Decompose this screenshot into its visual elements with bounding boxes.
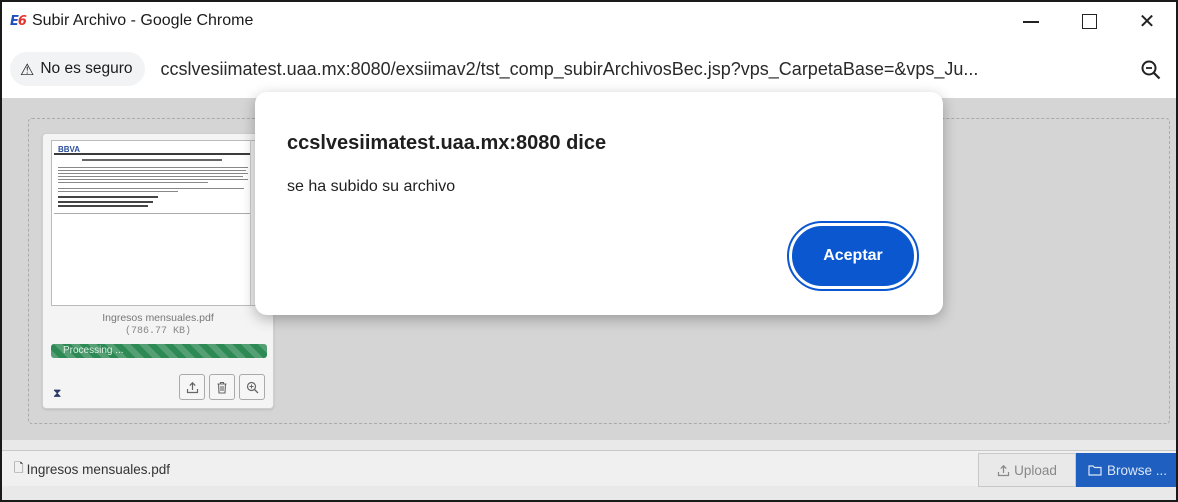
- zoom-file-button[interactable]: [239, 374, 265, 400]
- minimize-icon: [1023, 21, 1039, 23]
- hourglass-icon: ⧗: [53, 386, 62, 400]
- folder-icon: [1088, 465, 1102, 476]
- selected-file: 🗋 Ingresos mensuales.pdf: [14, 451, 170, 487]
- zoom-icon[interactable]: [1140, 59, 1162, 81]
- browse-button[interactable]: Browse ...: [1076, 453, 1176, 487]
- upload-file-button[interactable]: [179, 374, 205, 400]
- file-icon: 🗋: [14, 460, 24, 475]
- dialog-title: ccslvesiimatest.uaa.mx:8080 dice: [287, 132, 607, 154]
- pdf-thumbnail[interactable]: BBVA: [51, 140, 257, 306]
- maximize-icon: [1081, 13, 1097, 29]
- upload-icon: [998, 464, 1010, 476]
- close-button[interactable]: ✕: [1118, 2, 1176, 40]
- app-icon: E6: [10, 13, 27, 29]
- dialog-message: se ha subido su archivo: [287, 178, 456, 195]
- file-preview-card: BBVA Ingresos mensuales.pdf (786.77 KB) …: [42, 133, 274, 409]
- warning-triangle-icon: ⚠: [20, 59, 35, 79]
- file-name: Ingresos mensuales.pdf: [102, 312, 214, 324]
- security-label: No es seguro: [40, 60, 133, 77]
- window-title: Subir Archivo - Google Chrome: [31, 12, 254, 29]
- zoom-in-icon: [246, 381, 258, 393]
- security-chip[interactable]: ⚠ No es seguro: [10, 52, 145, 86]
- url-field[interactable]: ccslvesiimatest.uaa.mx:8080/exsiimav2/ts…: [161, 59, 979, 80]
- selected-file-name: Ingresos mensuales.pdf: [26, 461, 170, 477]
- alert-dialog: ccslvesiimatest.uaa.mx:8080 dice se ha s…: [255, 92, 943, 315]
- title-bar: E6 Subir Archivo - Google Chrome ✕: [2, 2, 1176, 40]
- file-input-bar: 🗋 Ingresos mensuales.pdf Upload Browse .…: [2, 450, 1176, 487]
- file-size: (786.77 KB): [124, 326, 191, 337]
- remove-file-button[interactable]: [209, 374, 235, 400]
- upload-button[interactable]: Upload: [978, 453, 1076, 487]
- minimize-button[interactable]: [1002, 2, 1060, 40]
- address-bar: ⚠ No es seguro ccslvesiimatest.uaa.mx:80…: [2, 40, 1176, 98]
- accept-button[interactable]: Aceptar: [787, 221, 919, 291]
- chrome-window: E6 Subir Archivo - Google Chrome ✕ ⚠ No …: [0, 0, 1178, 502]
- upload-icon: [186, 381, 198, 393]
- progress-label: Processing ...: [63, 345, 124, 356]
- trash-icon: [217, 381, 227, 394]
- close-icon: ✕: [1138, 9, 1156, 33]
- maximize-button[interactable]: [1060, 2, 1118, 40]
- progress-bar: Processing ...: [51, 344, 267, 358]
- upload-label: Upload: [1014, 462, 1057, 478]
- browse-label: Browse ...: [1107, 462, 1168, 478]
